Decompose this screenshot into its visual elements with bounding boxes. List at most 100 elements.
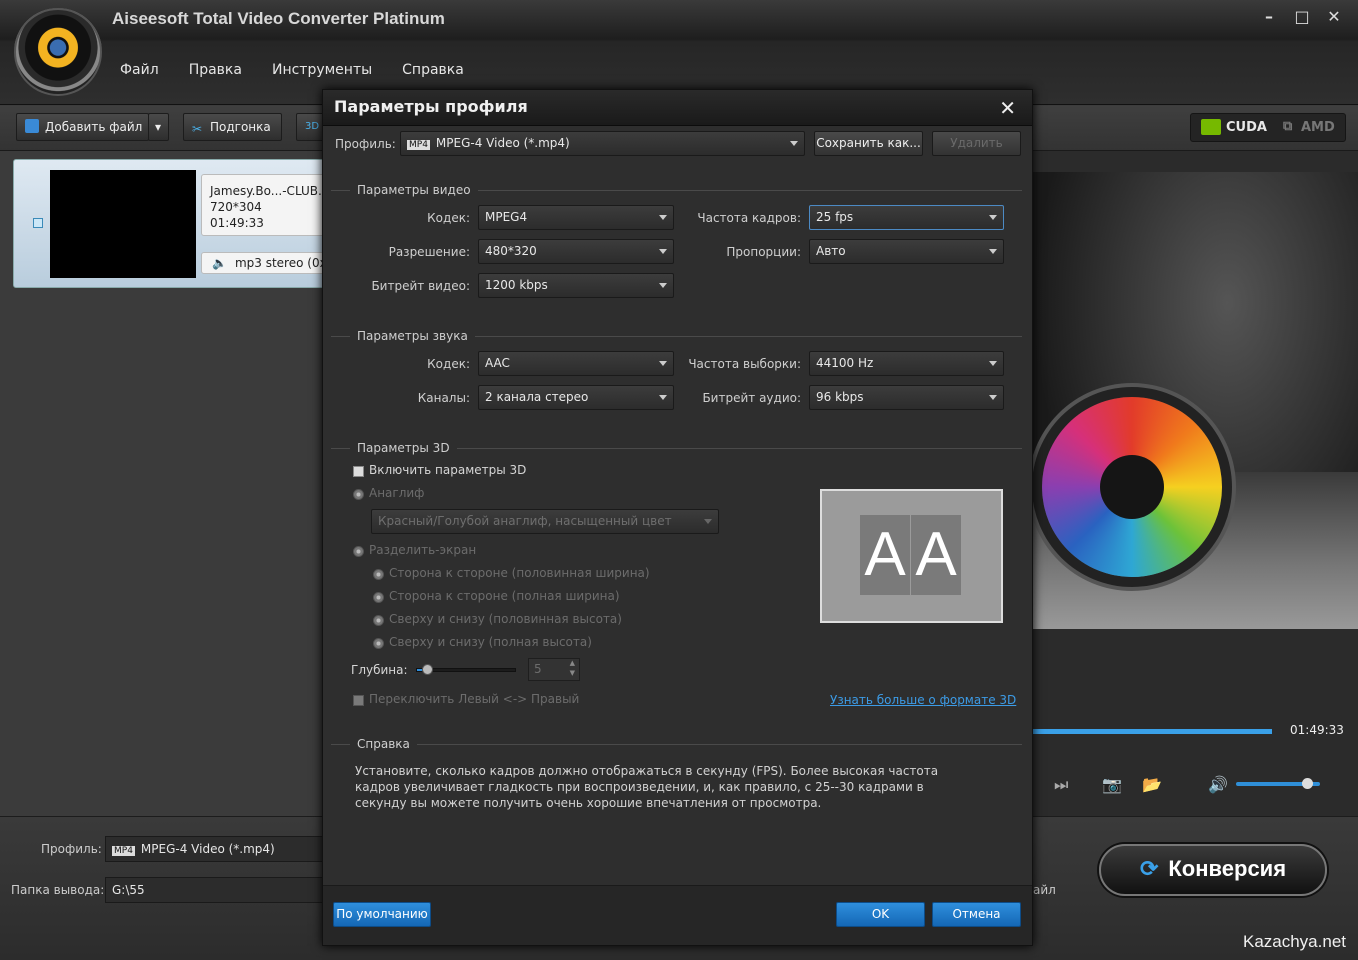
dropdown-arrow-icon — [704, 519, 712, 524]
default-button[interactable]: По умолчанию — [333, 902, 431, 927]
file-thumbnail[interactable] — [50, 170, 196, 278]
menu-tools[interactable]: Инструменты — [272, 62, 372, 78]
dialog-profile-label: Профиль: — [335, 137, 396, 151]
split-option-radio-3[interactable] — [373, 615, 384, 626]
lens-core — [1100, 455, 1164, 519]
next-frame-icon[interactable]: ⏭ — [1054, 775, 1068, 795]
preview-letter-left: A — [860, 515, 910, 595]
amd-icon: ⧉ — [1283, 119, 1293, 134]
amd-label[interactable]: AMD — [1301, 120, 1335, 135]
samplerate-select[interactable]: 44100 Hz — [809, 351, 1004, 376]
depth-slider[interactable] — [416, 664, 516, 675]
audio-codec-select[interactable]: AAC — [478, 351, 674, 376]
convert-button[interactable]: ⟳ Конверсия — [1099, 844, 1327, 896]
help-section-divider — [331, 744, 1022, 745]
anaglyph-radio[interactable] — [353, 489, 364, 500]
fps-value: 25 fps — [816, 210, 854, 224]
volume-knob[interactable] — [1302, 778, 1314, 789]
dropdown-arrow-icon — [659, 395, 667, 400]
channels-value: 2 канала стерео — [485, 390, 589, 404]
depth-slider-knob[interactable] — [422, 664, 433, 675]
resolution-value: 480*320 — [485, 244, 537, 258]
split-option-radio-1[interactable] — [373, 569, 384, 580]
video-codec-select[interactable]: MPEG4 — [478, 205, 674, 230]
mp4-icon: MP4 — [407, 140, 430, 150]
output-folder-label: Папка вывода: — [11, 883, 105, 897]
menu-file[interactable]: Файл — [120, 62, 159, 78]
split-option-label-4: Сверху и снизу (полная высота) — [389, 635, 592, 649]
audio-track-select[interactable]: 🔈 mp3 stereo (0x1 — [201, 252, 341, 274]
trim-label: Подгонка — [210, 120, 271, 134]
close-icon[interactable]: ✕ — [1323, 7, 1345, 27]
preview-panel: 01:49:33 ⏭ 📷 📂 🔊 — [1032, 151, 1358, 816]
audio-bitrate-select[interactable]: 96 kbps — [809, 385, 1004, 410]
anaglyph-mode-select[interactable]: Красный/Голубой анаглиф, насыщенный цвет — [371, 509, 719, 534]
output-folder-field[interactable]: G:\55 — [105, 877, 323, 903]
aspect-value: Авто — [816, 244, 846, 258]
samplerate-value: 44100 Hz — [816, 356, 874, 370]
cancel-button[interactable]: Отмена — [932, 902, 1021, 927]
learn-more-3d-link[interactable]: Узнать больше о формате 3D — [830, 693, 1016, 707]
anaglyph-mode-value: Красный/Голубой анаглиф, насыщенный цвет — [378, 514, 672, 528]
split-screen-radio[interactable] — [353, 546, 364, 557]
snapshot-icon[interactable]: 📷 — [1102, 775, 1122, 794]
file-name: Jamesy.Bo...-CLUB.a — [210, 184, 330, 198]
samplerate-label: Частота выборки: — [688, 357, 801, 371]
refresh-icon: ⟳ — [1139, 856, 1159, 881]
dropdown-arrow-icon — [659, 249, 667, 254]
split-option-radio-2[interactable] — [373, 592, 384, 603]
split-option-label-1: Сторона к стороне (половинная ширина) — [389, 566, 650, 580]
menu-help[interactable]: Справка — [402, 62, 464, 78]
save-as-button[interactable]: Сохранить как... — [814, 131, 923, 156]
split-screen-label: Разделить-экран — [369, 543, 477, 557]
profile-label: Профиль: — [41, 842, 102, 856]
ok-button[interactable]: OK — [836, 902, 925, 927]
split-option-radio-4[interactable] — [373, 638, 384, 649]
audio-codec-value: AAC — [485, 356, 510, 370]
volume-slider[interactable] — [1236, 778, 1320, 789]
file-checkbox[interactable] — [33, 218, 43, 228]
swap-lr-checkbox[interactable] — [353, 695, 364, 706]
open-folder-label[interactable]: айл — [1033, 883, 1056, 897]
playback-progress-bar[interactable] — [1032, 729, 1272, 734]
dialog-close-icon[interactable]: ✕ — [999, 96, 1016, 120]
convert-label: Конверсия — [1168, 856, 1287, 881]
video-bitrate-select[interactable]: 1200 kbps — [478, 273, 674, 298]
aspect-select[interactable]: Авто — [809, 239, 1004, 264]
file-item[interactable]: Jamesy.Bo...-CLUB.a 720*304 01:49:33 🔈 mp… — [13, 159, 341, 288]
enable-3d-label: Включить параметры 3D — [369, 463, 527, 477]
folder-icon[interactable]: 📂 — [1142, 775, 1162, 794]
maximize-icon[interactable]: □ — [1291, 7, 1313, 27]
resolution-select[interactable]: 480*320 — [478, 239, 674, 264]
dialog-profile-select[interactable]: MP4 MPEG-4 Video (*.mp4) — [400, 131, 805, 156]
minimize-icon[interactable]: – — [1258, 7, 1280, 27]
add-file-dropdown-button[interactable]: ▾ — [148, 113, 169, 141]
menu-edit[interactable]: Правка — [189, 62, 242, 78]
preview-image — [1032, 172, 1358, 629]
profile-value: MPEG-4 Video (*.mp4) — [140, 842, 275, 856]
app-logo — [14, 8, 102, 96]
dropdown-arrow-icon — [989, 361, 997, 366]
menu-bar: Файл Правка Инструменты Справка — [120, 62, 464, 78]
channels-select[interactable]: 2 канала стерео — [478, 385, 674, 410]
add-file-button[interactable]: Добавить файл — [16, 113, 149, 141]
dropdown-arrow-icon — [659, 215, 667, 220]
profile-select[interactable]: MP4 MPEG-4 Video (*.mp4) — [105, 836, 323, 862]
dropdown-arrow-icon — [790, 141, 798, 146]
cuda-label[interactable]: CUDA — [1226, 120, 1267, 135]
depth-spinbox[interactable]: 5 ▲ ▼ — [528, 658, 580, 681]
enable-3d-checkbox[interactable] — [353, 466, 364, 477]
spin-arrows-icon[interactable]: ▲ ▼ — [570, 658, 575, 678]
fps-select[interactable]: 25 fps — [809, 205, 1004, 230]
depth-value: 5 — [534, 662, 542, 676]
help-text: Установите, сколько кадров должно отобра… — [355, 764, 939, 810]
split-option-label-3: Сверху и снизу (половинная высота) — [389, 612, 622, 626]
playback-time: 01:49:33 — [1290, 723, 1344, 737]
trim-button[interactable]: ✂ Подгонка — [183, 113, 282, 141]
preview-letter-right: A — [911, 515, 961, 595]
delete-button[interactable]: Удалить — [932, 131, 1021, 156]
app-window: Aiseesoft Total Video Converter Platinum… — [0, 0, 1358, 960]
video-bitrate-label: Битрейт видео: — [371, 279, 470, 293]
volume-icon[interactable]: 🔊 — [1208, 775, 1228, 794]
nvidia-icon — [1201, 119, 1221, 135]
